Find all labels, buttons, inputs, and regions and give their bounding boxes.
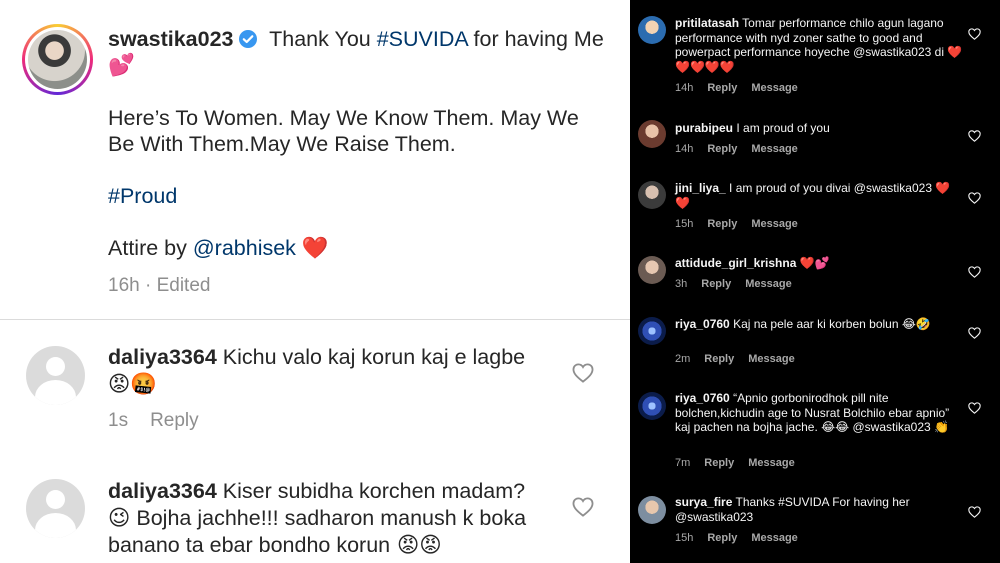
reply-button[interactable]: Reply bbox=[704, 457, 734, 469]
like-heart-icon[interactable] bbox=[968, 130, 981, 142]
user-avatar[interactable] bbox=[638, 317, 666, 345]
message-button[interactable]: Message bbox=[748, 457, 794, 469]
comment-username[interactable]: attidude_girl_krishna bbox=[675, 256, 796, 270]
user-avatar[interactable] bbox=[638, 120, 666, 148]
comment-meta: 7m Reply Message bbox=[675, 457, 795, 469]
like-heart-icon[interactable] bbox=[968, 402, 981, 414]
comments-panel-dark: pritilatasah Tomar performance chilo agu… bbox=[630, 0, 1000, 563]
edited-label: · Edited bbox=[139, 275, 211, 296]
user-avatar[interactable] bbox=[638, 392, 666, 420]
user-avatar[interactable] bbox=[638, 256, 666, 284]
comment-username[interactable]: pritilatasah bbox=[675, 16, 739, 30]
post-caption: swastika023 Thank You #SUVIDA for having… bbox=[0, 0, 630, 320]
like-heart-icon[interactable] bbox=[572, 497, 594, 517]
comment-item: daliya3364 Kiser subidha korchen madam? … bbox=[0, 455, 630, 563]
message-button[interactable]: Message bbox=[751, 82, 797, 94]
comment-username[interactable]: riya_0760 bbox=[675, 391, 730, 405]
message-button[interactable]: Message bbox=[751, 143, 797, 155]
caption-emoji: 💕 bbox=[108, 53, 135, 78]
like-heart-icon[interactable] bbox=[572, 363, 594, 383]
reply-button[interactable]: Reply bbox=[707, 532, 737, 544]
reply-button[interactable]: Reply bbox=[707, 218, 737, 230]
hashtag-suvida[interactable]: #SUVIDA bbox=[377, 27, 468, 51]
comment-meta: 15h Reply Message bbox=[675, 218, 798, 230]
like-heart-icon[interactable] bbox=[968, 327, 981, 339]
comment-username[interactable]: purabipeu bbox=[675, 121, 733, 135]
comment-username[interactable]: riya_0760 bbox=[675, 317, 730, 331]
message-button[interactable]: Message bbox=[745, 278, 791, 290]
message-button[interactable]: Message bbox=[748, 353, 794, 365]
comment-meta: 14h Reply Message bbox=[675, 82, 798, 94]
user-avatar[interactable] bbox=[638, 16, 666, 44]
like-heart-icon[interactable] bbox=[968, 266, 981, 278]
comment-text: daliya3364 Kiser subidha korchen madam? … bbox=[108, 479, 527, 558]
post-meta: 16h · Edited bbox=[108, 275, 210, 297]
user-avatar[interactable] bbox=[638, 181, 666, 209]
comment-username[interactable]: jini_liya_ bbox=[675, 181, 726, 195]
reply-button[interactable]: Reply bbox=[701, 278, 731, 290]
reply-button[interactable]: Reply bbox=[150, 410, 199, 431]
user-avatar[interactable] bbox=[638, 496, 666, 524]
verified-badge-icon bbox=[238, 30, 257, 48]
comment-time: 1s bbox=[108, 410, 129, 431]
like-heart-icon[interactable] bbox=[968, 28, 981, 40]
heart-emoji: ❤️ bbox=[301, 236, 329, 261]
comment-username[interactable]: daliya3364 bbox=[108, 479, 217, 503]
comment-username[interactable]: surya_fire bbox=[675, 495, 732, 509]
reply-button[interactable]: Reply bbox=[707, 82, 737, 94]
post-username[interactable]: swastika023 bbox=[108, 27, 234, 51]
caption-text: swastika023 Thank You #SUVIDA for having… bbox=[108, 26, 608, 262]
mention-rabhisek[interactable]: @rabhisek bbox=[193, 236, 296, 260]
comment-meta: 1s Reply bbox=[108, 410, 199, 432]
comment-item: daliya3364 Kichu valo kaj korun kaj e la… bbox=[0, 321, 630, 471]
default-avatar-icon[interactable] bbox=[26, 346, 85, 405]
like-heart-icon[interactable] bbox=[968, 192, 981, 204]
post-detail-panel: swastika023 Thank You #SUVIDA for having… bbox=[0, 0, 630, 563]
message-button[interactable]: Message bbox=[751, 532, 797, 544]
post-author-avatar[interactable] bbox=[22, 24, 93, 95]
caption-paragraph: Here’s To Women. May We Know Them. May W… bbox=[108, 106, 579, 156]
post-time: 16h bbox=[108, 275, 140, 296]
comment-text: daliya3364 Kichu valo kaj korun kaj e la… bbox=[108, 345, 526, 397]
message-button[interactable]: Message bbox=[751, 218, 797, 230]
reply-button[interactable]: Reply bbox=[704, 353, 734, 365]
comment-meta: 15h Reply Message bbox=[675, 532, 798, 544]
default-avatar-icon[interactable] bbox=[26, 479, 85, 538]
comment-meta: 3h Reply Message bbox=[675, 278, 792, 290]
comment-meta: 2m Reply Message bbox=[675, 353, 795, 365]
like-heart-icon[interactable] bbox=[968, 506, 981, 518]
hashtag-proud[interactable]: #Proud bbox=[108, 183, 608, 209]
comment-username[interactable]: daliya3364 bbox=[108, 345, 217, 369]
reply-button[interactable]: Reply bbox=[707, 143, 737, 155]
comment-meta: 14h Reply Message bbox=[675, 143, 798, 155]
